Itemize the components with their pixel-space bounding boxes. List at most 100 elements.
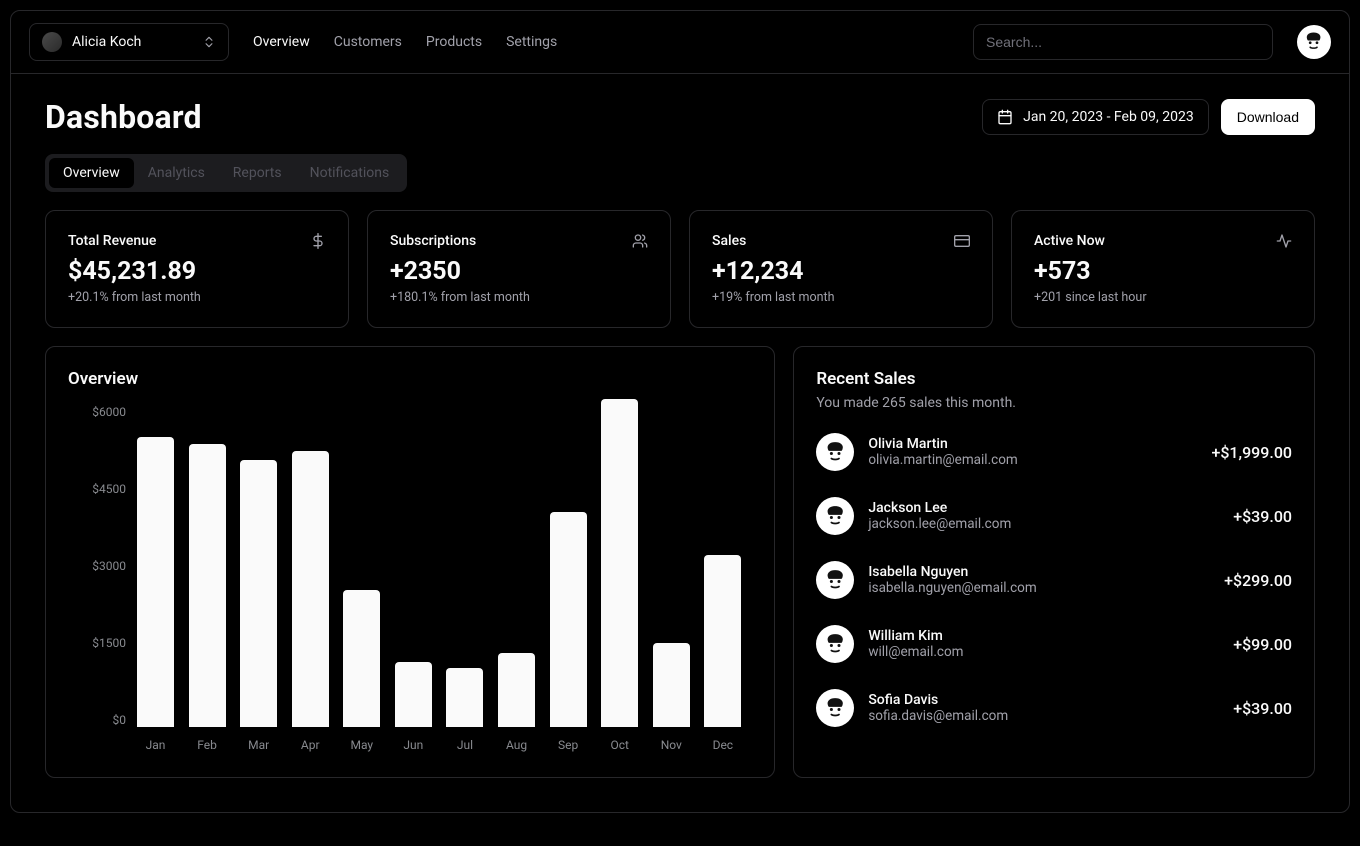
y-tick: $1500 <box>68 636 126 650</box>
overview-chart-card: Overview $6000 $4500 $3000 $1500 $0 Jan Feb Ma… <box>45 346 775 778</box>
x-tick: May <box>343 733 380 755</box>
tabs: Overview Analytics Reports Notifications <box>45 154 407 192</box>
sale-name: Jackson Lee <box>868 500 1219 516</box>
team-avatar <box>42 32 62 52</box>
stat-active-now: Active Now +573 +201 since last hour <box>1011 210 1315 328</box>
chart-bar <box>601 399 638 727</box>
sale-row: William Kimwill@email.com +$99.00 <box>816 625 1292 663</box>
stat-title: Total Revenue <box>68 233 156 249</box>
credit-card-icon <box>954 233 970 249</box>
stat-title: Active Now <box>1034 233 1105 249</box>
sales-list: Olivia Martinolivia.martin@email.com+$1,… <box>816 433 1292 727</box>
chart-bar <box>704 555 741 727</box>
sale-email: jackson.lee@email.com <box>868 516 1219 532</box>
x-tick: Nov <box>653 733 690 755</box>
sale-row: Sofia Davissofia.davis@email.com+$39.00 <box>816 689 1292 727</box>
stat-value: $45,231.89 <box>68 257 326 286</box>
sale-amount: +$39.00 <box>1233 699 1292 718</box>
date-range-picker[interactable]: Jan 20, 2023 - Feb 09, 2023 <box>982 99 1209 135</box>
stat-value: +12,234 <box>712 257 970 286</box>
sale-avatar <box>816 625 854 663</box>
page-title: Dashboard <box>45 98 202 136</box>
user-avatar[interactable] <box>1297 25 1331 59</box>
calendar-icon <box>997 109 1013 125</box>
sale-name: Olivia Martin <box>868 436 1197 452</box>
y-tick: $6000 <box>68 405 126 419</box>
x-tick: Jun <box>395 733 432 755</box>
sale-row: Isabella Nguyenisabella.nguyen@email.com… <box>816 561 1292 599</box>
stat-sales: Sales +12,234 +19% from last month <box>689 210 993 328</box>
stat-total-revenue: Total Revenue $45,231.89 +20.1% from las… <box>45 210 349 328</box>
x-tick: Aug <box>498 733 535 755</box>
tab-notifications[interactable]: Notifications <box>296 158 404 188</box>
sale-avatar <box>816 561 854 599</box>
overview-title: Overview <box>68 369 752 389</box>
team-name: Alicia Koch <box>72 34 141 50</box>
main-nav: Overview Customers Products Settings <box>253 34 557 50</box>
sale-name: Isabella Nguyen <box>868 564 1210 580</box>
sale-amount: +$99.00 <box>1233 635 1292 654</box>
stat-value: +2350 <box>390 257 648 286</box>
sale-amount: +$299.00 <box>1224 571 1292 590</box>
sale-email: olivia.martin@email.com <box>868 452 1197 468</box>
stat-sub: +19% from last month <box>712 290 970 305</box>
chart-bar <box>292 451 329 727</box>
stat-sub: +180.1% from last month <box>390 290 648 305</box>
nav-products[interactable]: Products <box>426 34 482 50</box>
x-tick: Sep <box>550 733 587 755</box>
main-content: Dashboard Jan 20, 2023 - Feb 09, 2023 Do… <box>11 74 1349 812</box>
chevrons-up-down-icon <box>202 35 216 49</box>
users-icon <box>632 233 648 249</box>
sale-avatar <box>816 433 854 471</box>
stat-subscriptions: Subscriptions +2350 +180.1% from last mo… <box>367 210 671 328</box>
sale-row: Jackson Leejackson.lee@email.com +$39.00 <box>816 497 1292 535</box>
avatar-icon <box>1300 28 1327 55</box>
app-shell: Alicia Koch Overview Customers Products … <box>10 10 1350 813</box>
topbar: Alicia Koch Overview Customers Products … <box>11 11 1349 74</box>
nav-customers[interactable]: Customers <box>334 34 402 50</box>
nav-overview[interactable]: Overview <box>253 34 310 50</box>
search-input[interactable] <box>973 24 1273 60</box>
recent-sales-title: Recent Sales <box>816 369 1292 389</box>
chart-bar <box>498 653 535 727</box>
tab-analytics[interactable]: Analytics <box>134 158 219 188</box>
x-tick: Feb <box>189 733 226 755</box>
chart-y-axis: $6000 $4500 $3000 $1500 $0 <box>68 405 126 727</box>
stat-sub: +201 since last hour <box>1034 290 1292 305</box>
y-tick: $0 <box>68 713 126 727</box>
chart-bar <box>137 437 174 727</box>
chart-bar <box>240 460 277 727</box>
y-tick: $3000 <box>68 559 126 573</box>
download-button[interactable]: Download <box>1221 99 1315 135</box>
x-tick: Dec <box>704 733 741 755</box>
tab-reports[interactable]: Reports <box>219 158 296 188</box>
team-switcher[interactable]: Alicia Koch <box>29 23 229 61</box>
x-tick: Apr <box>292 733 329 755</box>
sale-email: will@email.com <box>868 644 1219 660</box>
date-range-label: Jan 20, 2023 - Feb 09, 2023 <box>1023 109 1194 125</box>
chart-bar <box>550 512 587 727</box>
sale-name: William Kim <box>868 628 1219 644</box>
tab-overview[interactable]: Overview <box>49 158 134 188</box>
lower-grid: Overview $6000 $4500 $3000 $1500 $0 Jan Feb Ma… <box>45 346 1315 778</box>
recent-sales-card: Recent Sales You made 265 sales this mon… <box>793 346 1315 778</box>
sale-row: Olivia Martinolivia.martin@email.com+$1,… <box>816 433 1292 471</box>
chart-x-axis: Jan Feb Mar Apr May Jun Jul Aug Sep Oct Nov Dec <box>126 733 752 755</box>
stat-title: Sales <box>712 233 746 249</box>
stat-value: +573 <box>1034 257 1292 286</box>
page-header: Dashboard Jan 20, 2023 - Feb 09, 2023 Do… <box>45 98 1315 136</box>
nav-settings[interactable]: Settings <box>506 34 557 50</box>
recent-sales-sub: You made 265 sales this month. <box>816 395 1292 411</box>
sale-avatar <box>816 689 854 727</box>
y-tick: $4500 <box>68 482 126 496</box>
sale-avatar <box>816 497 854 535</box>
x-tick: Jul <box>446 733 483 755</box>
x-tick: Oct <box>601 733 638 755</box>
sale-amount: +$39.00 <box>1233 507 1292 526</box>
x-tick: Mar <box>240 733 277 755</box>
x-tick: Jan <box>137 733 174 755</box>
chart-plot-area <box>126 405 752 727</box>
stat-title: Subscriptions <box>390 233 476 249</box>
stat-sub: +20.1% from last month <box>68 290 326 305</box>
sale-name: Sofia Davis <box>868 692 1219 708</box>
